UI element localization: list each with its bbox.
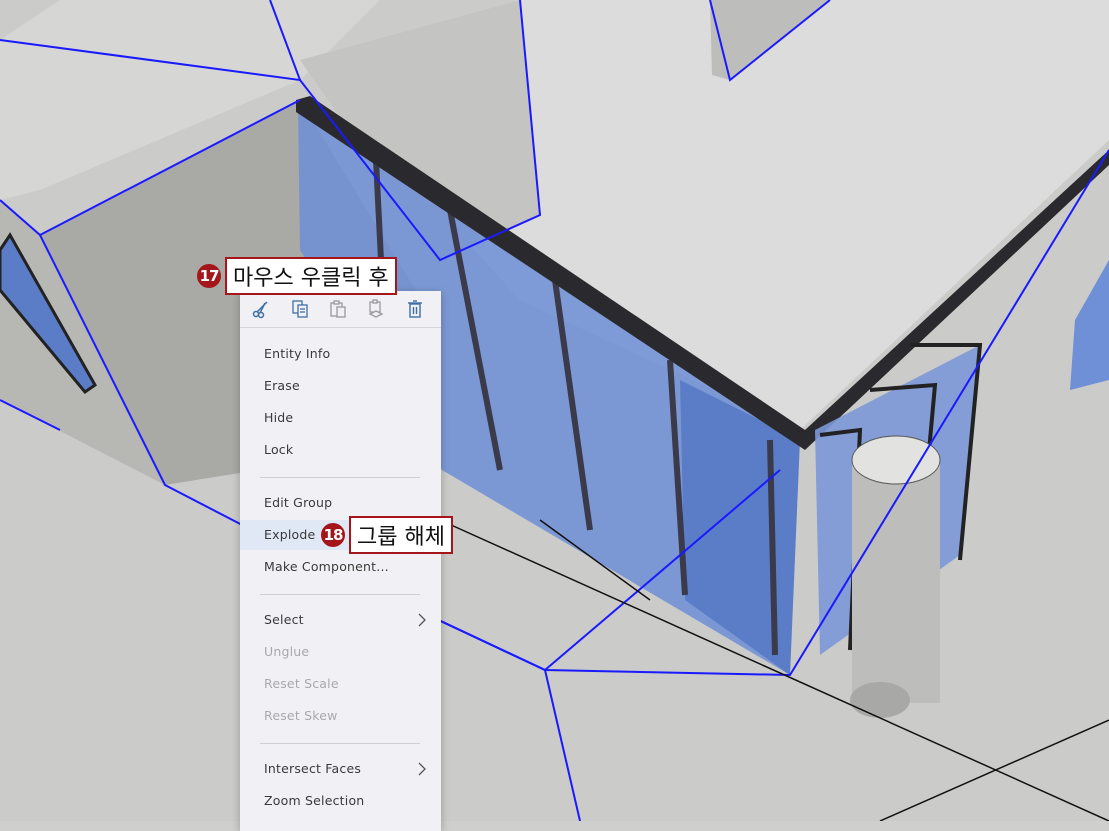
- paste-icon: [330, 300, 346, 318]
- round-column: [852, 458, 940, 703]
- menu-label: Entity Info: [264, 346, 331, 361]
- paste-in-place-button[interactable]: [364, 296, 388, 322]
- scissors-icon: [252, 301, 268, 319]
- sketchup-viewport[interactable]: [0, 0, 1109, 821]
- menu-label: Hide: [264, 410, 294, 425]
- menu-label: Explode: [264, 527, 316, 542]
- step-17-label: 마우스 우클릭 후: [225, 257, 397, 295]
- menu-label: Make Component...: [264, 559, 389, 574]
- menu-label: Lock: [264, 442, 294, 457]
- menu-item-unglue[interactable]: Unglue: [240, 637, 441, 667]
- menu-item-entity-info[interactable]: Entity Info: [240, 339, 441, 369]
- context-toolbar: [240, 291, 441, 328]
- menu-label: Edit Group: [264, 495, 333, 510]
- menu-item-reset-skew[interactable]: Reset Skew: [240, 701, 441, 731]
- menu-label: Reset Scale: [264, 676, 339, 691]
- menu-item-make-component[interactable]: Make Component...: [240, 552, 441, 582]
- menu-item-edit-group[interactable]: Edit Group: [240, 488, 441, 518]
- trash-icon: [407, 300, 422, 318]
- cut-button[interactable]: [249, 296, 273, 322]
- step-18-label: 그룹 해체: [349, 516, 453, 554]
- paste-button[interactable]: [326, 296, 350, 322]
- menu-label: Reset Skew: [264, 708, 338, 723]
- step-17-callout: 17 마우스 우클릭 후: [197, 257, 397, 295]
- paste-in-place-icon: [368, 299, 384, 318]
- copy-icon: [291, 300, 308, 318]
- menu-item-erase[interactable]: Erase: [240, 371, 441, 401]
- chevron-right-icon: [417, 754, 427, 784]
- menu-item-intersect-faces[interactable]: Intersect Faces: [240, 754, 441, 784]
- menu-item-select[interactable]: Select: [240, 605, 441, 635]
- menu-label: Intersect Faces: [264, 761, 362, 776]
- step-18-badge: 18: [321, 523, 345, 547]
- step-17-badge: 17: [197, 264, 221, 288]
- menu-separator: [260, 743, 420, 744]
- menu-item-zoom-selection[interactable]: Zoom Selection: [240, 786, 441, 816]
- menu-separator: [260, 477, 420, 478]
- menu-label: Select: [264, 612, 304, 627]
- step-18-callout: 18 그룹 해체: [321, 516, 453, 554]
- menu-label: Unglue: [264, 644, 310, 659]
- menu-separator: [260, 594, 420, 595]
- menu-label: Zoom Selection: [264, 793, 365, 808]
- column-bottom: [850, 682, 910, 718]
- menu-item-reset-scale[interactable]: Reset Scale: [240, 669, 441, 699]
- menu-label: Erase: [264, 378, 300, 393]
- context-menu: Entity Info Erase Hide Lock Edit Group E…: [240, 291, 441, 831]
- column-top: [851, 435, 941, 485]
- copy-button[interactable]: [287, 296, 311, 322]
- chevron-right-icon: [417, 605, 427, 635]
- menu-item-hide[interactable]: Hide: [240, 403, 441, 433]
- menu-item-lock[interactable]: Lock: [240, 435, 441, 465]
- delete-button[interactable]: [403, 296, 427, 322]
